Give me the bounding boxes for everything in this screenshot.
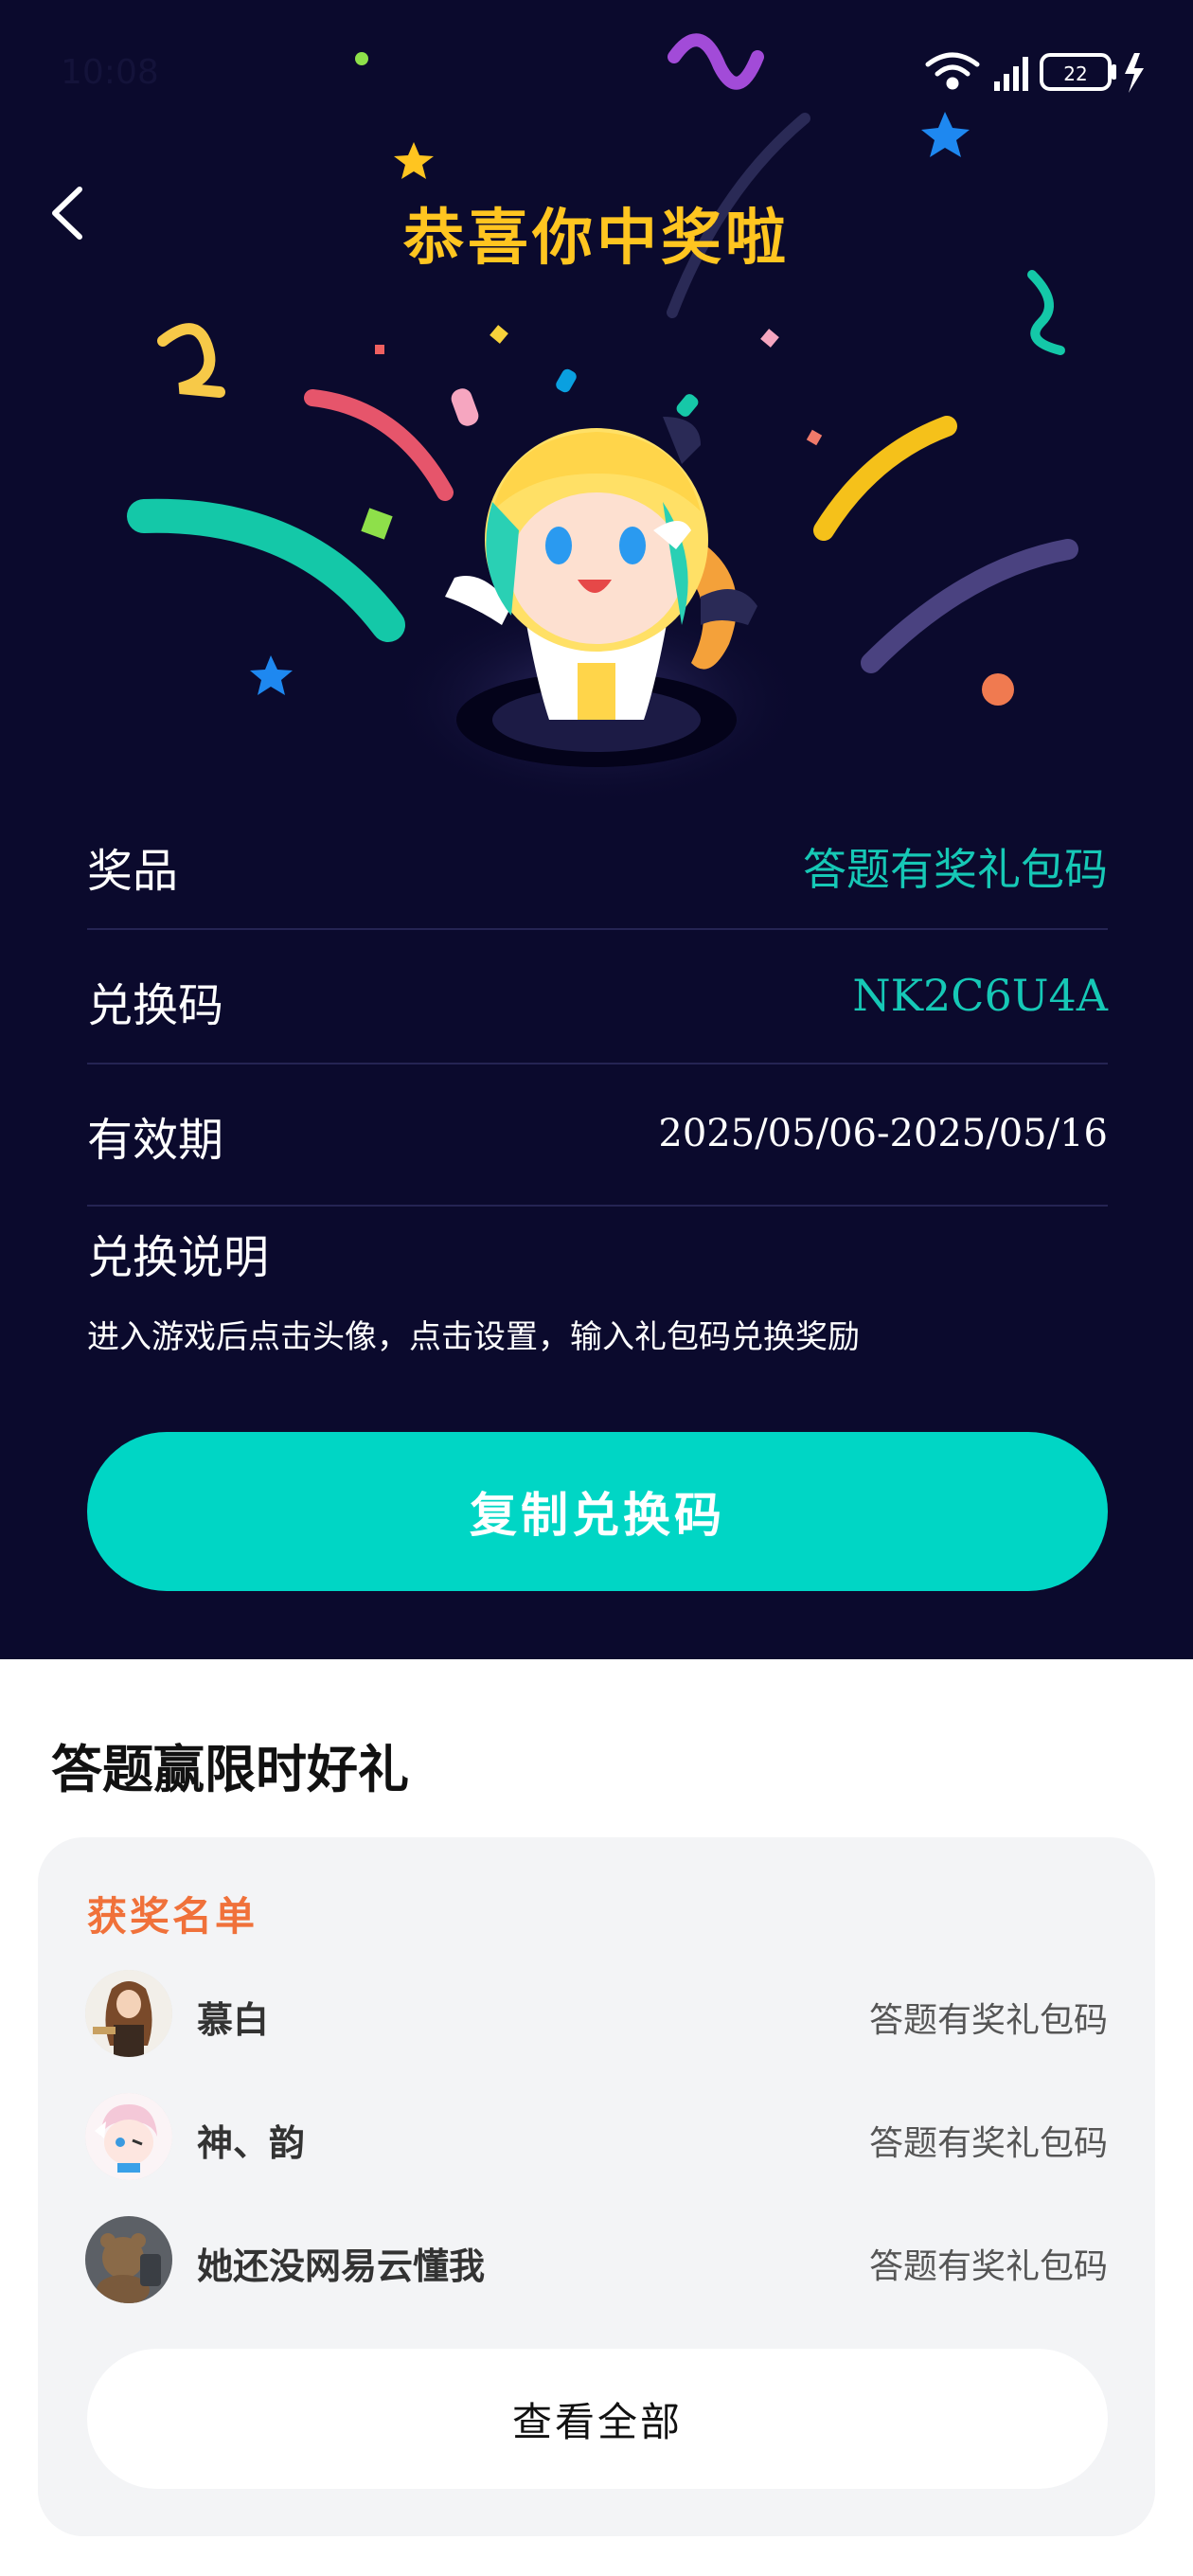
winner-prize: 答题有奖礼包码	[868, 2001, 1108, 2040]
winner-name: 慕白	[197, 1998, 270, 2041]
avatar	[85, 2216, 172, 2303]
winner-name: 神、韵	[197, 2121, 306, 2164]
validity-label: 有效期	[87, 1114, 224, 1167]
instructions-label: 兑换说明	[87, 1231, 270, 1284]
validity-value: 2025/05/06-2025/05/16	[658, 1112, 1108, 1155]
avatar	[85, 2093, 172, 2180]
prize-row: 奖品 答题有奖礼包码	[87, 796, 1108, 930]
instructions-text: 进入游戏后点击头像，点击设置，输入礼包码兑换奖励	[87, 1318, 860, 1356]
view-all-button[interactable]: 查看全部	[87, 2349, 1108, 2489]
page: 10:08 22 恭喜你中奖啦 奖品 答题有奖礼包码 兑换码 NK2C6U4A …	[0, 0, 1193, 2576]
prize-result-panel: 10:08 22 恭喜你中奖啦 奖品 答题有奖礼包码 兑换码 NK2C6U4A …	[0, 0, 1193, 1659]
celebration-illustration	[127, 33, 1078, 805]
winner-prize: 答题有奖礼包码	[868, 2247, 1108, 2286]
winners-card-title: 获奖名单	[87, 1893, 258, 1940]
prize-details: 奖品 答题有奖礼包码 兑换码 NK2C6U4A 有效期 2025/05/06-2…	[87, 796, 1108, 1207]
winner-row: 神、韵 答题有奖礼包码	[85, 2093, 1108, 2180]
winners-section: 答题赢限时好礼 获奖名单 慕白 答题有奖礼包码 神、韵 答题有奖礼包码 她还没网…	[0, 1659, 1193, 2576]
winner-name: 她还没网易云懂我	[197, 2245, 486, 2287]
code-label: 兑换码	[87, 979, 224, 1032]
validity-row: 有效期 2025/05/06-2025/05/16	[87, 1064, 1108, 1207]
prize-value: 答题有奖礼包码	[803, 844, 1108, 895]
code-row: 兑换码 NK2C6U4A	[87, 930, 1108, 1064]
copy-code-button[interactable]: 复制兑换码	[87, 1432, 1108, 1591]
winners-card: 获奖名单 慕白 答题有奖礼包码 神、韵 答题有奖礼包码 她还没网易云懂我 答题有…	[38, 1837, 1155, 2536]
winner-row: 慕白 答题有奖礼包码	[85, 1970, 1108, 2057]
winner-row: 她还没网易云懂我 答题有奖礼包码	[85, 2216, 1108, 2303]
prize-label: 奖品	[87, 845, 179, 898]
winner-prize: 答题有奖礼包码	[868, 2124, 1108, 2163]
instructions: 兑换说明 进入游戏后点击头像，点击设置，输入礼包码兑换奖励	[87, 1220, 1108, 1357]
mascot	[388, 417, 805, 805]
avatar	[85, 1970, 172, 2057]
section-title: 答题赢限时好礼	[51, 1739, 409, 1799]
code-value: NK2C6U4A	[852, 970, 1108, 1021]
page-title: 恭喜你中奖啦	[403, 203, 790, 274]
